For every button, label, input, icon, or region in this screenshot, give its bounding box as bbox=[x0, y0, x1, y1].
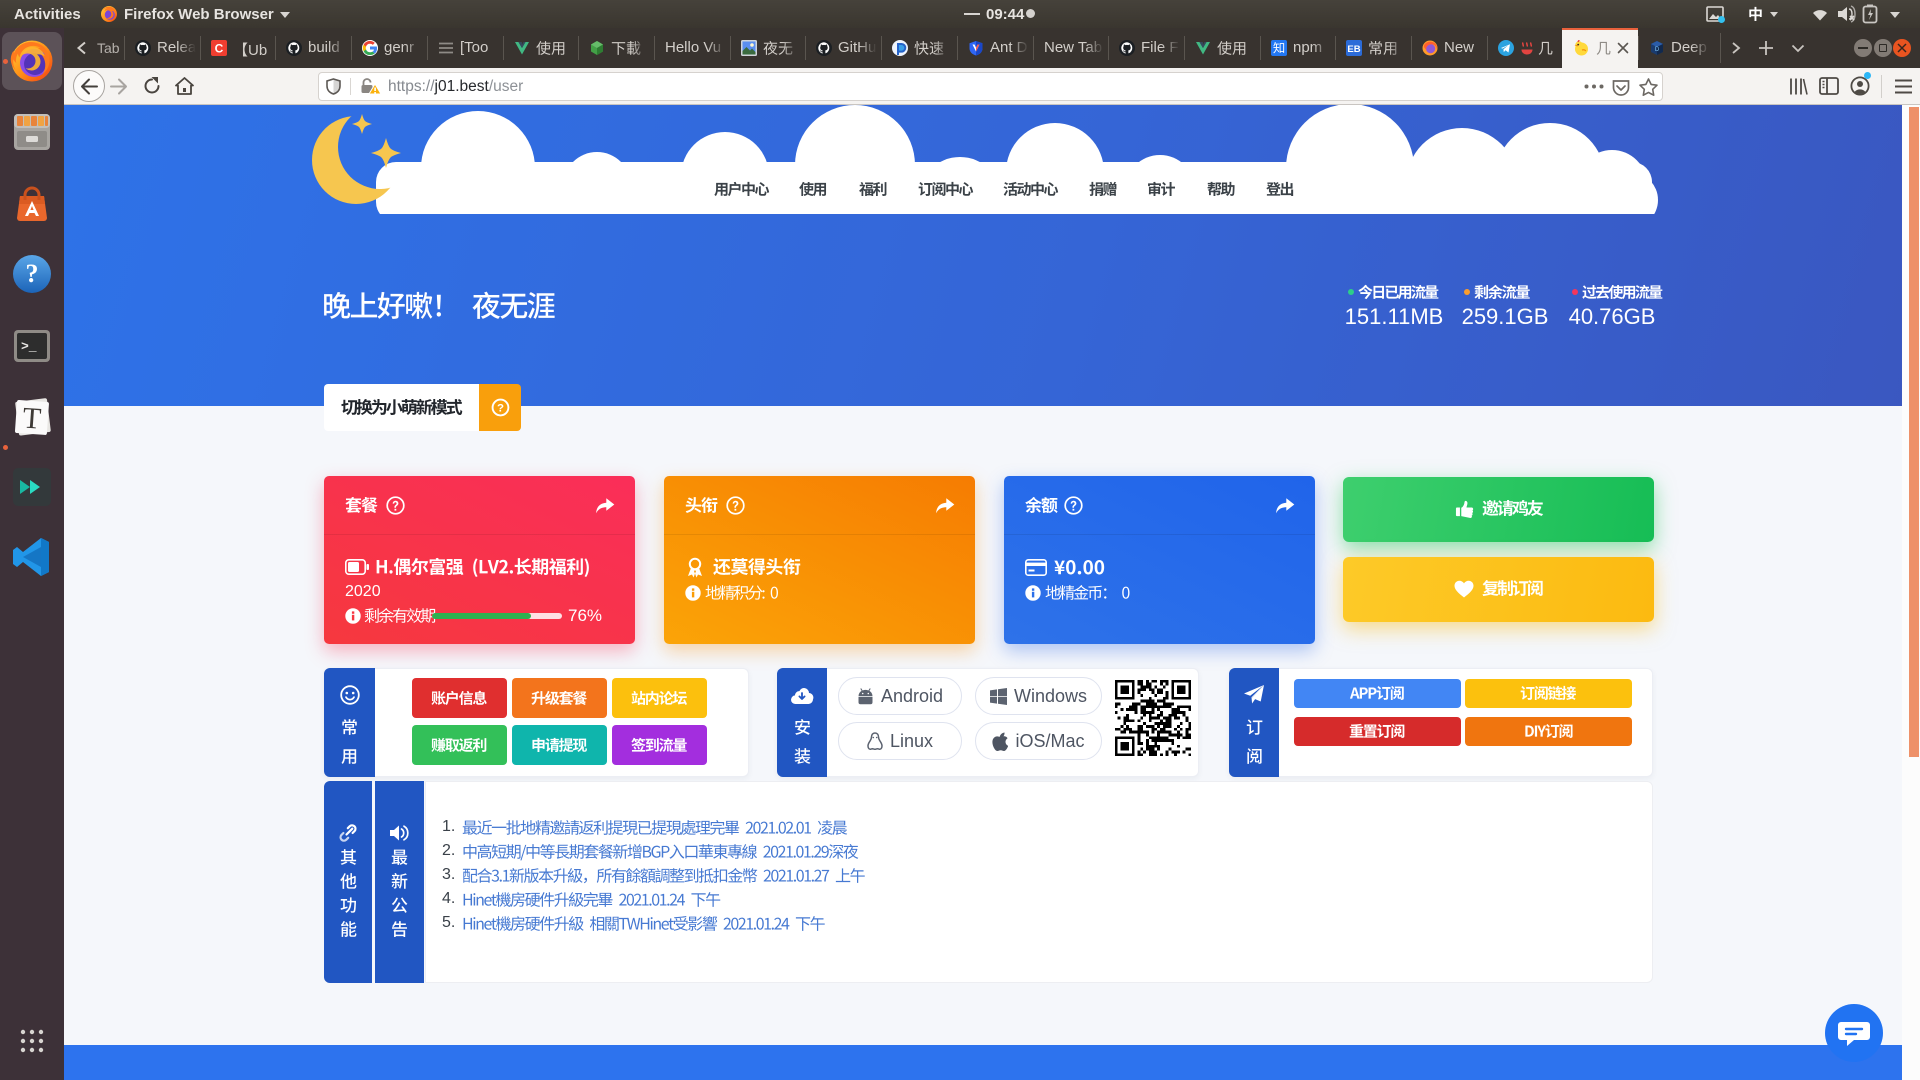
svg-text:>_: >_ bbox=[21, 339, 37, 354]
svg-text:?: ? bbox=[26, 259, 39, 288]
svg-text:?: ? bbox=[497, 402, 504, 414]
svg-text:T: T bbox=[22, 401, 43, 435]
